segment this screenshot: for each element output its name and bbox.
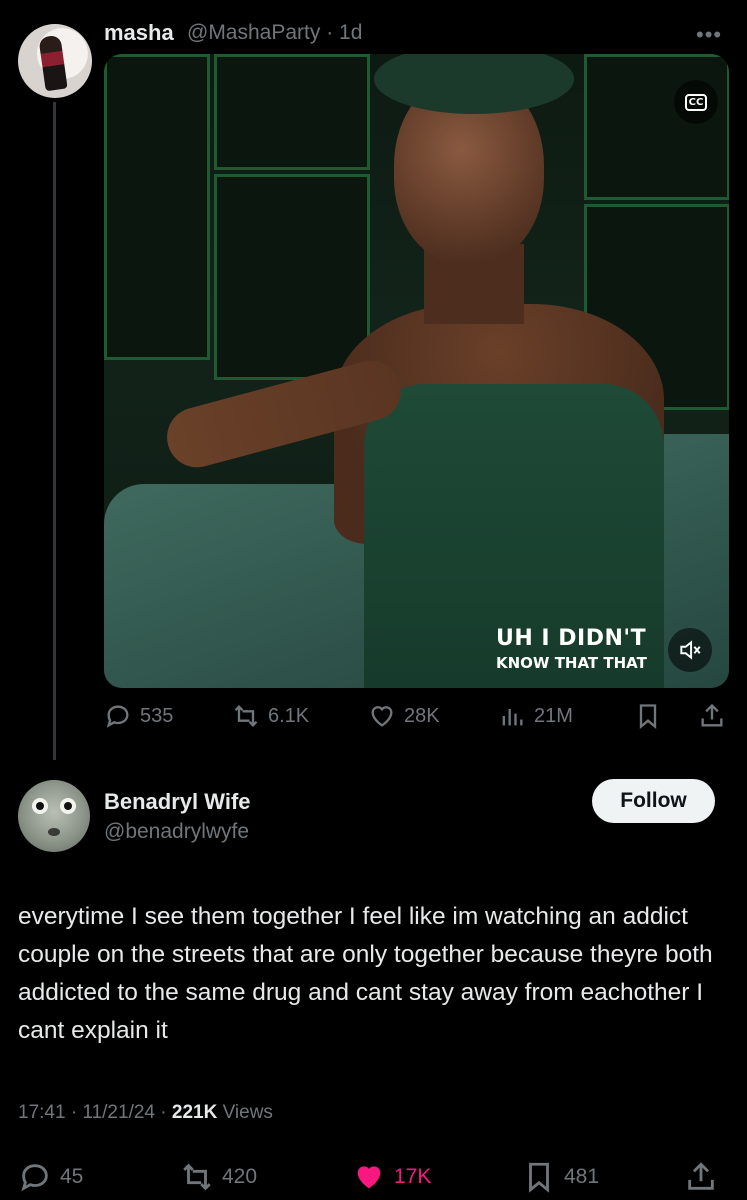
bookmark-count: 481 [564, 1165, 600, 1188]
video-caption-line1: UH I DIDN'T [496, 626, 647, 651]
heart-icon [371, 706, 393, 727]
reply-count: 45 [60, 1165, 84, 1188]
reply-button[interactable]: 45 [18, 1160, 83, 1194]
views-button[interactable]: 21M [498, 702, 573, 730]
analytics-icon [502, 709, 523, 726]
background-panel [584, 54, 729, 200]
avatar-benadryl-wife[interactable] [18, 780, 90, 852]
repost-count: 6.1K [268, 704, 310, 727]
repost-button[interactable]: 420 [180, 1160, 257, 1194]
person-hat [374, 54, 574, 114]
more-options-icon[interactable]: ••• [696, 22, 722, 48]
repost-button[interactable]: 6.1K [232, 702, 309, 730]
video-caption-line2: KNOW THAT THAT [496, 654, 647, 672]
share-icon [688, 1162, 714, 1190]
background-panel [104, 54, 210, 360]
bookmark-button[interactable] [634, 702, 662, 730]
tweet-meta: 17:41 · 11/21/24 · 221K Views [18, 1102, 273, 1124]
like-button[interactable]: 17K [352, 1160, 431, 1194]
avatar-eye [32, 798, 48, 814]
reply-button[interactable]: 535 [104, 702, 173, 730]
background-panel [214, 54, 370, 170]
tweet-views-label: Views [217, 1102, 273, 1123]
avatar-masha[interactable] [18, 24, 92, 98]
author-handle[interactable]: @benadrylwyfe [104, 820, 249, 844]
share-button[interactable] [684, 1160, 718, 1194]
heart-filled-icon [357, 1166, 381, 1189]
quoted-display-name[interactable]: masha [104, 20, 174, 46]
avatar-mouth [48, 828, 60, 836]
bookmark-icon [529, 1162, 549, 1193]
background-panel [214, 174, 370, 380]
bookmark-button[interactable]: 481 [522, 1160, 599, 1194]
reply-count: 535 [140, 704, 174, 727]
views-count: 21M [534, 704, 573, 727]
avatar-eye [60, 798, 76, 814]
reply-icon [106, 705, 129, 728]
tweet-text: everytime I see them together I feel lik… [18, 903, 713, 1044]
main-action-bar: 45 420 17K 481 [0, 1156, 747, 1200]
like-count: 28K [404, 704, 440, 727]
tweet-views-count: 221K [171, 1102, 218, 1123]
follow-button[interactable]: Follow [592, 779, 715, 823]
repost-icon [234, 705, 258, 727]
tweet-timestamp[interactable]: 17:41 · 11/21/24 · [18, 1102, 172, 1123]
closed-captions-button[interactable]: CC [674, 80, 718, 124]
cc-icon: CC [684, 93, 708, 111]
repost-icon [183, 1163, 211, 1191]
repost-count: 420 [222, 1165, 258, 1188]
author-display-name[interactable]: Benadryl Wife [104, 789, 251, 815]
mute-button[interactable] [668, 628, 712, 672]
like-button[interactable]: 28K [368, 702, 440, 730]
reply-icon [21, 1164, 48, 1192]
bookmark-icon [639, 704, 657, 729]
speaker-muted-icon [680, 640, 701, 660]
share-icon [701, 703, 723, 727]
video-player[interactable]: CC UH I DIDN'T KNOW THAT THAT [104, 54, 729, 688]
share-button[interactable] [698, 702, 726, 730]
like-count: 17K [394, 1165, 432, 1188]
thread-connector-line [53, 102, 56, 760]
quoted-action-bar: 535 6.1K 28K 21M [104, 702, 729, 736]
quoted-handle-time[interactable]: @MashaParty · 1d [187, 21, 362, 45]
